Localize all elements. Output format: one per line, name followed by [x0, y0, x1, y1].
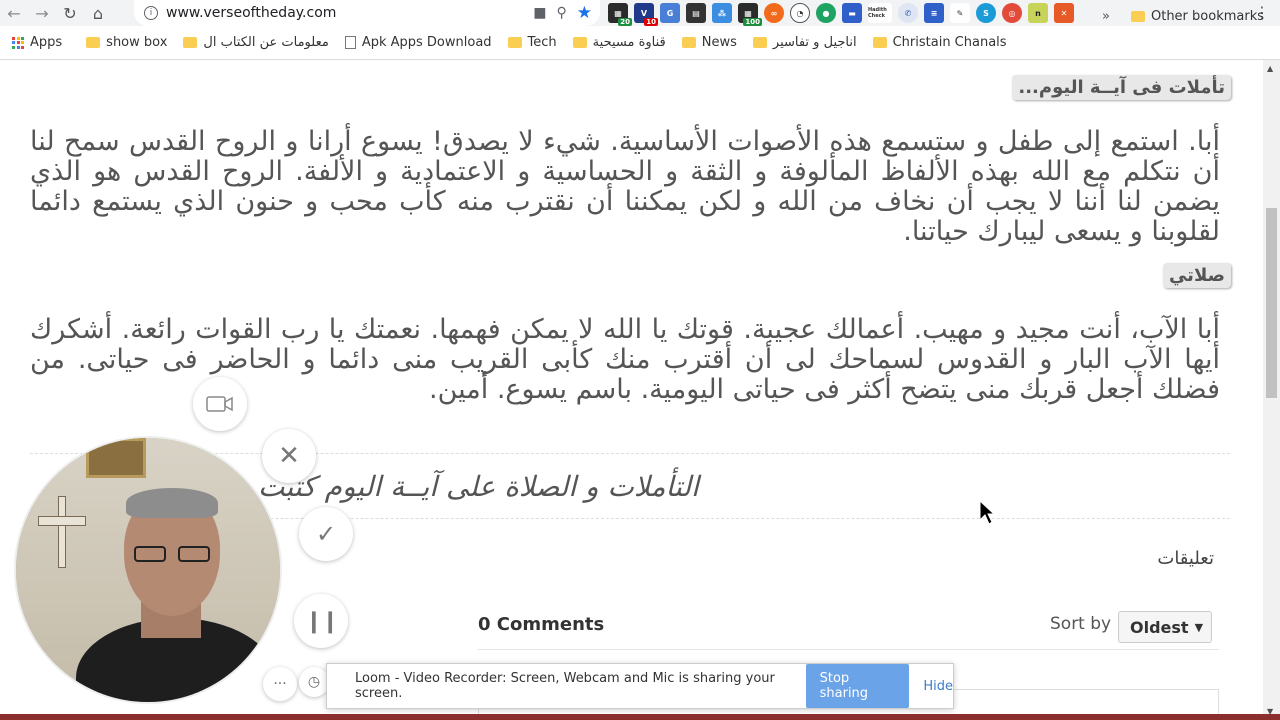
skype-icon[interactable]: S	[976, 3, 996, 23]
sort-select[interactable]: Oldest ▼	[1118, 611, 1212, 643]
translate-icon[interactable]: G	[660, 3, 680, 23]
check-icon: ✓	[315, 520, 337, 548]
timer-icon[interactable]: ◔	[790, 3, 810, 23]
webcam-bubble[interactable]	[14, 436, 282, 704]
folder-icon	[1130, 11, 1145, 22]
n-extension-icon[interactable]: n	[1028, 3, 1048, 23]
comment-count: 0 Comments	[478, 614, 605, 635]
video-camera-icon	[206, 396, 233, 412]
other-bookmarks[interactable]: Other bookmarks	[1130, 9, 1264, 24]
more-options-button[interactable]: ···	[263, 667, 297, 701]
bookmark-star-icon[interactable]: ★	[577, 3, 592, 23]
signature-text: التأملات و الصلاة على آيــة اليوم كتبت	[258, 470, 699, 503]
cross-decoration	[58, 496, 66, 568]
taskbar-edge	[0, 714, 1280, 720]
bookmark-book-info[interactable]: معلومات عن الكتاب ال	[175, 35, 336, 50]
home-button[interactable]: ⌂	[84, 0, 112, 26]
folder-icon	[86, 37, 101, 48]
bookmark-christain-chanals[interactable]: Christain Chanals	[865, 35, 1015, 50]
folder-icon	[183, 37, 198, 48]
mouse-cursor-icon	[979, 500, 995, 525]
phone-icon[interactable]: ✆	[898, 3, 918, 23]
comments-heading: تعليقات	[1157, 548, 1214, 569]
chat-bubble-icon[interactable]: ●	[816, 3, 836, 23]
caret-down-icon: ▼	[1194, 620, 1204, 634]
extension-green-box-icon[interactable]: ▦ 20	[608, 3, 632, 26]
bookmarks-overflow-button[interactable]: »	[1102, 9, 1110, 24]
comments-divider	[478, 649, 1219, 650]
hadith-check-icon[interactable]: Hadith Check	[868, 3, 892, 23]
monitor-icon[interactable]: ▬	[842, 3, 862, 23]
pen-icon[interactable]: ✎	[950, 3, 970, 23]
back-button[interactable]: ←	[0, 0, 28, 26]
sharing-message: Loom - Video Recorder: Screen, Webcam an…	[355, 671, 775, 701]
extension-green-box2-icon[interactable]: ▦ 100	[738, 3, 762, 26]
cancel-recording-button[interactable]: ✕	[262, 429, 316, 483]
folder-icon	[507, 37, 522, 48]
timer-button[interactable]: ◷	[299, 667, 329, 697]
reflection-label: تأملات فى آيــة اليوم...	[1012, 75, 1231, 100]
bookmark-tech[interactable]: Tech	[500, 35, 565, 50]
scrollbar-thumb[interactable]	[1266, 208, 1277, 398]
page-icon	[344, 36, 356, 49]
bookmark-show-box[interactable]: show box	[78, 35, 175, 50]
page-scrollbar[interactable]: ▲ ▼	[1263, 60, 1280, 720]
extensions-bar: ▦ 20 V 10 G ▤ ⁂ ▦ 100 ∞ ◔ ● ▬ Hadith Check …	[608, 1, 1074, 26]
bookmark-news[interactable]: News	[674, 35, 745, 50]
url-text: www.verseoftheday.com	[166, 5, 337, 21]
folder-icon	[872, 37, 887, 48]
reload-button[interactable]: ↻	[56, 0, 84, 26]
prayer-label: صلاتي	[1162, 263, 1231, 288]
folder-icon	[572, 37, 587, 48]
apps-grid-icon	[12, 36, 24, 49]
extension-v-icon[interactable]: V 10	[634, 3, 658, 26]
stack-icon[interactable]: ≡	[924, 3, 944, 23]
close-icon: ✕	[278, 441, 300, 471]
pdf-tool-icon[interactable]: ✕	[1054, 3, 1074, 23]
spiral-icon[interactable]: ◎	[1002, 3, 1022, 23]
zoom-icon[interactable]: ⚲	[556, 5, 566, 21]
bookmark-apps[interactable]: Apps	[0, 35, 70, 50]
camera-toggle-button[interactable]	[193, 377, 247, 431]
forward-button[interactable]: →	[28, 0, 56, 26]
sort-by-label: Sort by	[1050, 614, 1112, 634]
infinity-icon[interactable]: ∞	[764, 3, 784, 23]
folder-icon	[752, 37, 767, 48]
bookmark-apk-apps[interactable]: Apk Apps Download	[337, 35, 500, 50]
address-bar[interactable]: i www.verseoftheday.com ■ ⚲ ★	[134, 0, 600, 26]
folder-icon	[681, 37, 696, 48]
hide-button[interactable]: Hide	[923, 679, 953, 694]
bookmark-christian-channel[interactable]: قناوة مسيحية	[565, 35, 674, 50]
info-icon[interactable]: i	[144, 6, 158, 20]
scroll-up-icon[interactable]: ▲	[1267, 64, 1273, 73]
people-icon[interactable]: ⁂	[712, 3, 732, 23]
screen-sharing-bar: Loom - Video Recorder: Screen, Webcam an…	[326, 663, 954, 709]
bookmarks-bar: Apps show box معلومات عن الكتاب ال Apk A…	[0, 26, 1280, 60]
bookmark-gospels[interactable]: اناجيل و تفاسير	[745, 35, 865, 50]
ellipsis-icon: ···	[273, 676, 287, 692]
clock-icon: ◷	[307, 674, 321, 690]
pause-recording-button[interactable]: ❙❙	[294, 594, 348, 648]
film-icon[interactable]: ▤	[686, 3, 706, 23]
camera-icon[interactable]: ■	[533, 5, 546, 21]
pause-icon: ❙❙	[304, 608, 340, 634]
reflection-text: أبا. استمع إلى طفل و ستسمع هذه الأصوات ا…	[30, 126, 1220, 247]
stop-sharing-button[interactable]: Stop sharing	[805, 664, 910, 708]
finish-recording-button[interactable]: ✓	[299, 507, 353, 561]
